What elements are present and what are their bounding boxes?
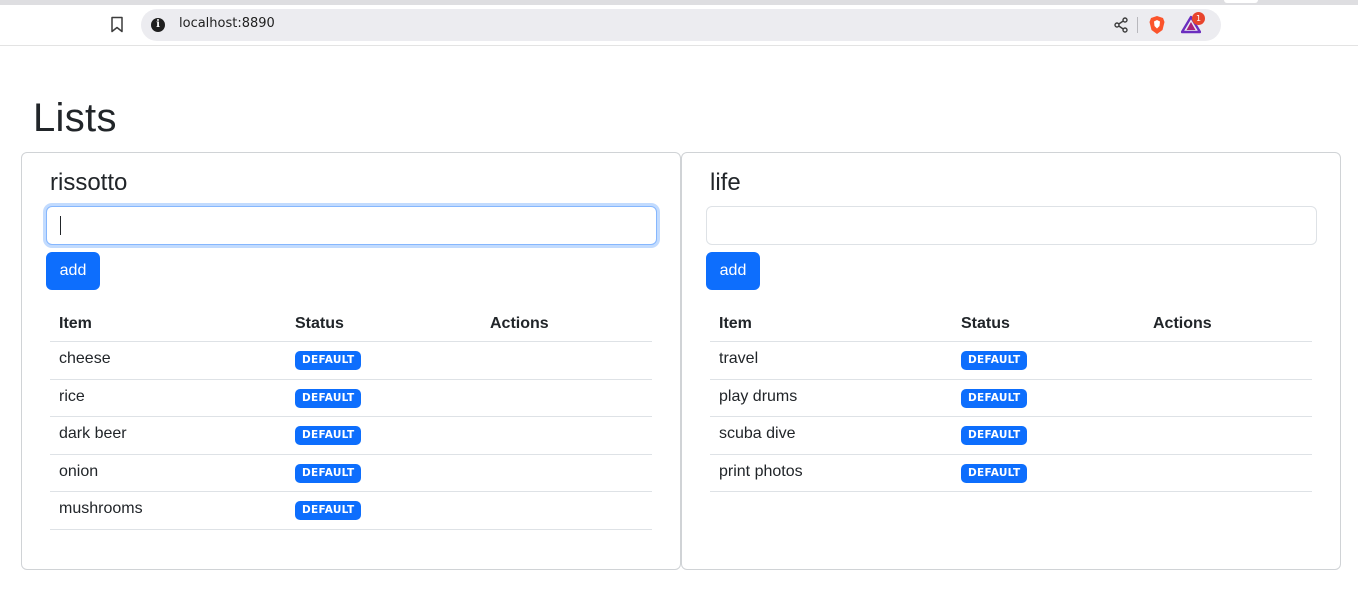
rewards-badge: 1 [1192,12,1205,25]
add-button[interactable]: add [706,252,760,290]
table-row: dark beer DEFAULT [50,417,652,455]
list-title: rissotto [50,169,128,196]
share-icon[interactable] [1113,17,1129,33]
table-row: play drums DEFAULT [710,380,1312,417]
list-card-rissotto: rissotto add Item Status Actions cheese … [21,152,681,570]
list-card-life: life add Item Status Actions travel DEFA… [681,152,1341,570]
toolbar-divider [1137,17,1138,33]
table-row: rice DEFAULT [50,380,652,417]
address-bar[interactable] [141,9,1221,41]
table-header-row: Item Status Actions [710,305,1312,342]
status-badge: DEFAULT [961,463,1028,483]
item-name: play drums [719,387,798,405]
active-tab-indicator [1224,0,1258,3]
tab-strip [0,0,1358,5]
table-row: print photos DEFAULT [710,455,1312,492]
status-badge: DEFAULT [295,501,362,520]
column-header-item: Item [719,315,752,332]
item-name: scuba dive [719,425,796,442]
column-header-actions: Actions [490,315,549,332]
table-row: cheese DEFAULT [50,342,652,380]
status-badge: DEFAULT [961,388,1028,408]
item-name: cheese [59,350,111,367]
item-name: print photos [719,462,803,480]
item-name: dark beer [59,425,127,442]
status-badge: DEFAULT [961,351,1028,370]
table-row: travel DEFAULT [710,342,1312,380]
status-badge: DEFAULT [295,388,362,408]
column-header-status: Status [961,315,1010,332]
list-title: life [710,169,741,196]
column-header-actions: Actions [1153,315,1212,332]
site-info-icon[interactable]: i [151,18,165,32]
items-table: Item Status Actions travel DEFAULT play … [710,305,1312,492]
table-row: onion DEFAULT [50,455,652,492]
column-header-status: Status [295,315,344,332]
items-table: Item Status Actions cheese DEFAULT rice … [50,305,652,530]
browser-toolbar: i localhost:8890 1 [0,0,1358,46]
table-row: mushrooms DEFAULT [50,492,652,530]
item-name: onion [59,462,99,480]
status-badge: DEFAULT [295,426,362,445]
item-name: travel [719,350,759,367]
status-badge: DEFAULT [295,463,362,483]
status-badge: DEFAULT [295,351,362,370]
text-caret [60,216,61,235]
new-item-input[interactable] [46,206,657,245]
new-item-input[interactable] [706,206,1317,245]
brave-shields-icon[interactable] [1147,15,1167,35]
item-name: mushrooms [59,500,143,517]
add-button[interactable]: add [46,252,100,290]
page-title: Lists [33,96,117,140]
item-name: rice [59,387,85,405]
column-header-item: Item [59,315,92,332]
table-row: scuba dive DEFAULT [710,417,1312,455]
table-header-row: Item Status Actions [50,305,652,342]
status-badge: DEFAULT [961,426,1028,445]
bookmark-icon[interactable] [110,16,124,33]
url-text[interactable]: localhost:8890 [179,16,275,31]
